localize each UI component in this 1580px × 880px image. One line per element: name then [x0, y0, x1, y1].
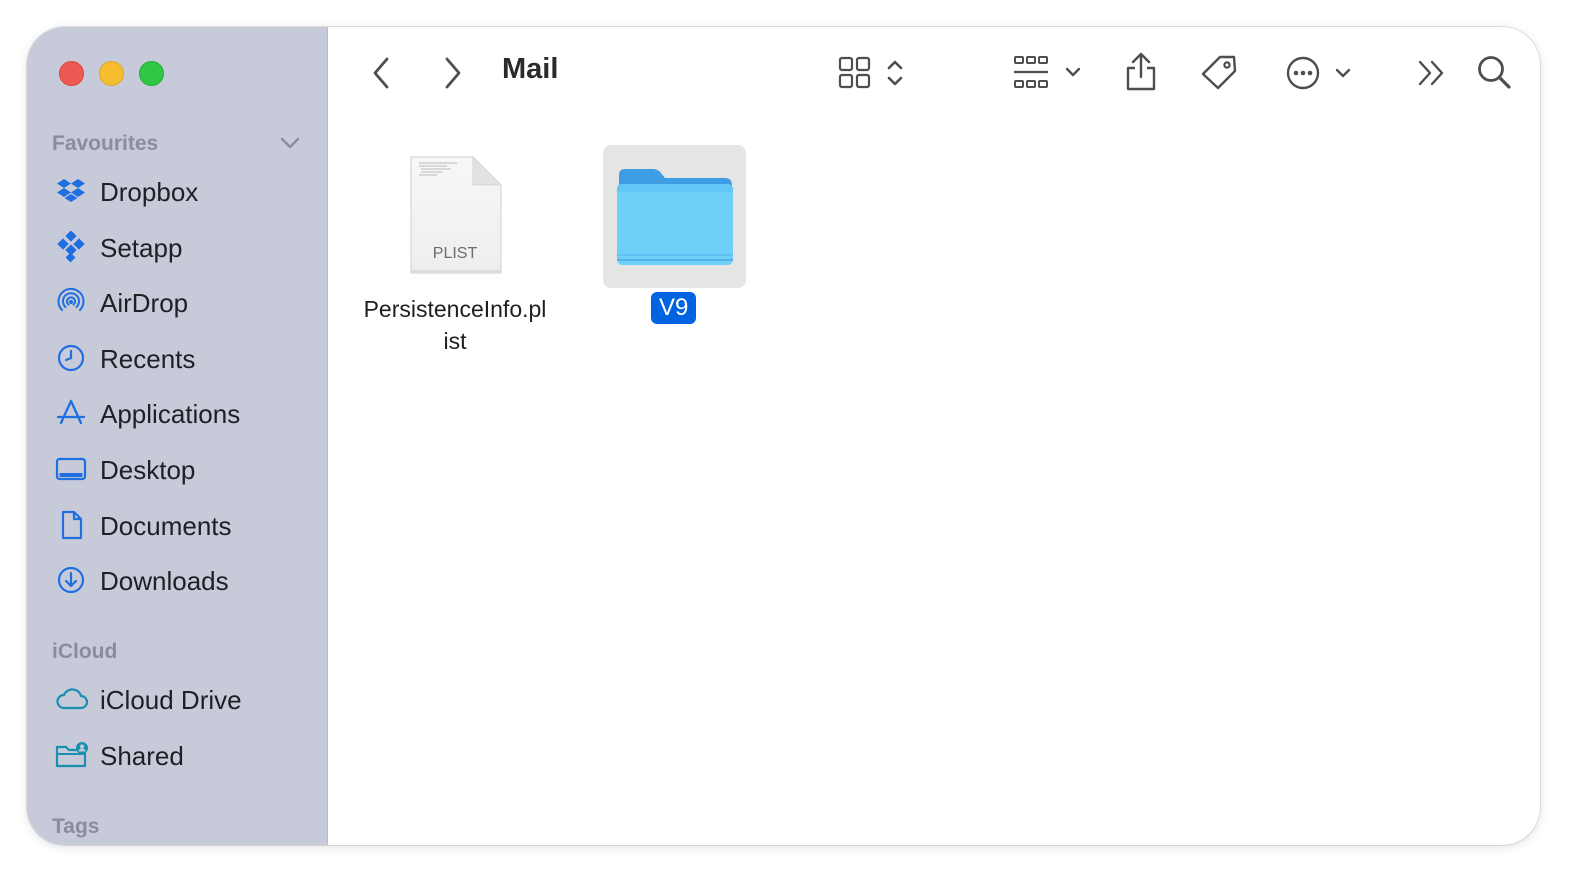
file-type-badge: PLIST: [432, 245, 478, 262]
clock-icon: [57, 344, 85, 372]
sidebar-item-label: Documents: [100, 511, 232, 541]
desktop-icon: [55, 457, 87, 481]
favourites-heading: Favourites: [52, 132, 159, 155]
close-button[interactable]: [59, 61, 84, 86]
icloud-heading: iCloud: [52, 640, 118, 663]
sidebar-item-label: iCloud Drive: [100, 685, 242, 715]
download-icon: [57, 566, 85, 594]
folder-name-v9[interactable]: V9: [651, 292, 697, 324]
sidebar-item-label: Dropbox: [100, 177, 199, 207]
sidebar-item-setapp[interactable]: Setapp: [27, 221, 327, 271]
file-name-line: PersistenceInfo.pl: [363, 296, 547, 322]
chevron-down-icon[interactable]: [279, 135, 301, 151]
sidebar-item-recents[interactable]: Recents: [27, 332, 327, 382]
finder-window: Favourites Dropbox Setapp AirDrop Recent…: [27, 27, 1540, 845]
airdrop-icon: [57, 287, 85, 311]
sidebar-item-dropbox[interactable]: Dropbox: [27, 165, 327, 215]
setapp-icon: [57, 231, 85, 263]
window-title: Mail: [502, 53, 559, 85]
file-name-line: ist: [443, 328, 467, 354]
toolbar-overflow-icon[interactable]: [1415, 57, 1449, 89]
zoom-button[interactable]: [139, 61, 164, 86]
sidebar-item-label: AirDrop: [100, 288, 189, 318]
view-mode-button[interactable]: [837, 55, 909, 91]
document-icon: [61, 510, 83, 540]
tag-icon[interactable]: [1199, 53, 1239, 93]
sidebar-item-downloads[interactable]: Downloads: [27, 554, 327, 604]
folder-icon: [617, 169, 733, 265]
search-icon[interactable]: [1475, 53, 1515, 93]
sidebar-item-icloud-drive[interactable]: iCloud Drive: [27, 673, 327, 723]
sidebar-item-label: Downloads: [100, 566, 229, 596]
sidebar-item-label: Recents: [100, 344, 196, 374]
cloud-icon: [56, 688, 89, 710]
sidebar-item-shared[interactable]: Shared: [27, 729, 327, 779]
tags-heading: Tags: [52, 815, 100, 838]
sidebar-item-label: Desktop: [100, 455, 196, 485]
sidebar: Favourites Dropbox Setapp AirDrop Recent…: [27, 27, 328, 845]
shared-folder-icon: [55, 742, 88, 768]
sidebar-item-airdrop[interactable]: AirDrop: [27, 276, 327, 326]
forward-button[interactable]: [437, 55, 467, 91]
share-icon[interactable]: [1123, 51, 1159, 93]
sidebar-item-label: Setapp: [100, 233, 183, 263]
back-button[interactable]: [367, 55, 397, 91]
sidebar-item-label: Shared: [100, 741, 184, 771]
sidebar-item-documents[interactable]: Documents: [27, 499, 327, 549]
sidebar-item-applications[interactable]: Applications: [27, 387, 327, 437]
folder-item-v9[interactable]: [603, 145, 746, 288]
dropbox-icon: [57, 179, 85, 202]
file-item-plist[interactable]: PLIST: [407, 155, 503, 277]
sidebar-item-desktop[interactable]: Desktop: [27, 443, 327, 493]
minimize-button[interactable]: [99, 61, 124, 86]
sidebar-item-label: Applications: [100, 399, 241, 429]
applications-icon: [56, 399, 86, 425]
more-actions-button[interactable]: [1284, 55, 1354, 91]
group-by-button[interactable]: [1011, 53, 1085, 93]
file-name-plist[interactable]: PersistenceInfo.pl ist: [345, 293, 565, 357]
